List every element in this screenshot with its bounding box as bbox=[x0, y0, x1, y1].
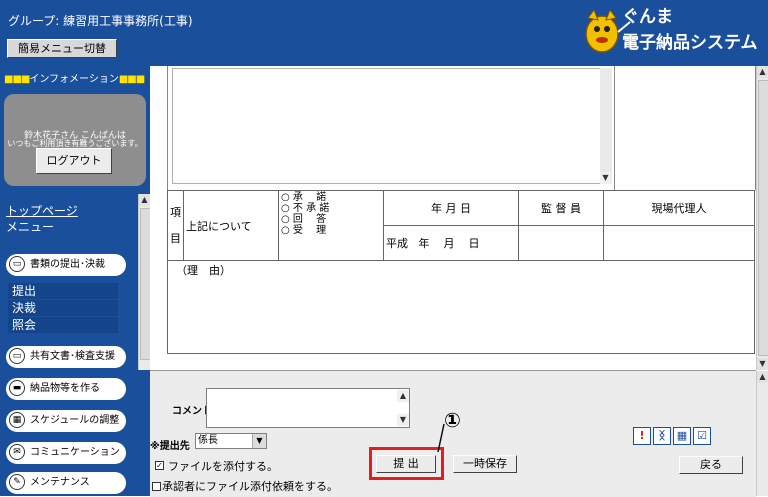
tree-icon[interactable]: ᛝ bbox=[653, 427, 671, 445]
sidebar-scrollbar[interactable]: ▲ bbox=[138, 194, 151, 370]
bottom-scrollbar[interactable]: ▲ bbox=[756, 371, 768, 496]
scroll-down-arrow-icon[interactable]: ▼ bbox=[757, 358, 768, 370]
comment-textarea[interactable]: ▲ ▼ bbox=[206, 388, 410, 428]
request-attach-checkbox[interactable] bbox=[152, 482, 161, 491]
callout-number: ① bbox=[444, 408, 461, 432]
option-receive[interactable]: ○ 受 理 bbox=[281, 225, 381, 236]
mail-icon: ✉ bbox=[9, 444, 25, 460]
document-icon: ▭ bbox=[9, 256, 25, 272]
calendar-icon[interactable]: ▦ bbox=[673, 427, 691, 445]
sidebar-sub-submit[interactable]: 提出 bbox=[8, 283, 118, 299]
check-icon[interactable]: ☑ bbox=[693, 427, 711, 445]
destination-label: ※提出先 bbox=[150, 441, 190, 452]
option-accept[interactable]: ○ 承 諾 bbox=[281, 192, 381, 203]
scroll-up-arrow-icon[interactable]: ▲ bbox=[757, 66, 768, 78]
scroll-up-arrow-icon[interactable]: ▲ bbox=[757, 371, 768, 383]
site-agent-header: 現場代理人 bbox=[603, 190, 755, 226]
document-content-area[interactable] bbox=[172, 68, 612, 184]
sidebar-item-shared-docs[interactable]: ▭ 共有文書･検査支援 bbox=[6, 346, 126, 368]
back-button[interactable]: 戻る bbox=[679, 456, 743, 474]
menu-toggle-button[interactable]: 簡易メニュー切替 bbox=[7, 39, 117, 58]
menu-label: メニュー bbox=[6, 220, 55, 234]
option-answer[interactable]: ○ 回 答 bbox=[281, 214, 381, 225]
scrollbar-thumb[interactable] bbox=[758, 80, 768, 356]
sidebar-item-deliverables[interactable]: ▬ 納品物等を作る bbox=[6, 378, 126, 400]
supervisor-header: 監 督 員 bbox=[518, 190, 604, 226]
about-cell: 上記について bbox=[183, 190, 279, 261]
item-header-cell: 項目 bbox=[167, 190, 184, 261]
sidebar-item-communication[interactable]: ✉ コミュニケーション bbox=[6, 442, 126, 464]
group-label: グループ: 練習用工事事務所(工事) bbox=[8, 14, 193, 28]
reason-label: （理 由） bbox=[176, 264, 231, 277]
sidebar-sub-inquiry[interactable]: 照会 bbox=[8, 317, 118, 333]
temp-save-button[interactable]: 一時保存 bbox=[453, 455, 517, 473]
scroll-up-arrow-icon[interactable]: ▲ bbox=[139, 194, 150, 206]
exclamation-icon[interactable]: ! bbox=[633, 427, 651, 445]
folder-icon: ▬ bbox=[9, 380, 25, 396]
attach-file-checkbox[interactable]: ✓ bbox=[155, 461, 164, 470]
scroll-up-arrow-icon[interactable]: ▲ bbox=[397, 390, 409, 402]
main-scrollbar[interactable]: ▲ ▼ bbox=[756, 66, 768, 370]
right-column-frame bbox=[613, 66, 756, 190]
doc-scrollbar[interactable]: ▼ bbox=[600, 68, 612, 184]
logout-button[interactable]: ログアウト bbox=[36, 148, 112, 174]
sidebar-sub-approve[interactable]: 決裁 bbox=[8, 300, 118, 316]
info-heading: ■■■インフォメーション■■■ bbox=[4, 74, 145, 85]
request-attach-label: 承認者にファイル添付依頼をする。 bbox=[162, 480, 338, 493]
chevron-down-icon[interactable]: ▼ bbox=[252, 434, 266, 448]
tools-icon: ✎ bbox=[9, 474, 25, 490]
date-header-cell: 年 月 日 bbox=[383, 190, 519, 226]
document-icon: ▭ bbox=[9, 348, 25, 364]
sidebar-item-schedule[interactable]: ▦ スケジュールの調整 bbox=[6, 410, 126, 432]
logo-title-line1: ぐんま bbox=[622, 7, 673, 27]
top-page-link[interactable]: トップページ bbox=[6, 202, 78, 219]
submit-button[interactable]: 提 出 bbox=[376, 455, 436, 473]
approval-table: 項目 上記について ○ 承 諾 ○ 不 承 諾 ○ 回 答 ○ 受 理 年 月 … bbox=[167, 190, 755, 261]
response-options[interactable]: ○ 承 諾 ○ 不 承 諾 ○ 回 答 ○ 受 理 bbox=[278, 190, 384, 261]
sidebar-item-submit-approve[interactable]: ▭ 書類の提出･決裁 bbox=[6, 254, 126, 276]
destination-select[interactable]: 係長 ▼ bbox=[195, 433, 267, 449]
scroll-down-arrow-icon[interactable]: ▼ bbox=[600, 172, 611, 184]
option-reject[interactable]: ○ 不 承 諾 bbox=[281, 203, 381, 214]
calendar-icon: ▦ bbox=[9, 412, 25, 428]
scroll-down-arrow-icon[interactable]: ▼ bbox=[397, 414, 409, 426]
sidebar-item-maintenance[interactable]: ✎ メンテナンス bbox=[6, 472, 126, 494]
reason-area bbox=[167, 256, 755, 354]
logo-title-line2: 電子納品システム bbox=[622, 33, 758, 53]
attach-file-label: ファイルを添付する。 bbox=[168, 460, 278, 473]
